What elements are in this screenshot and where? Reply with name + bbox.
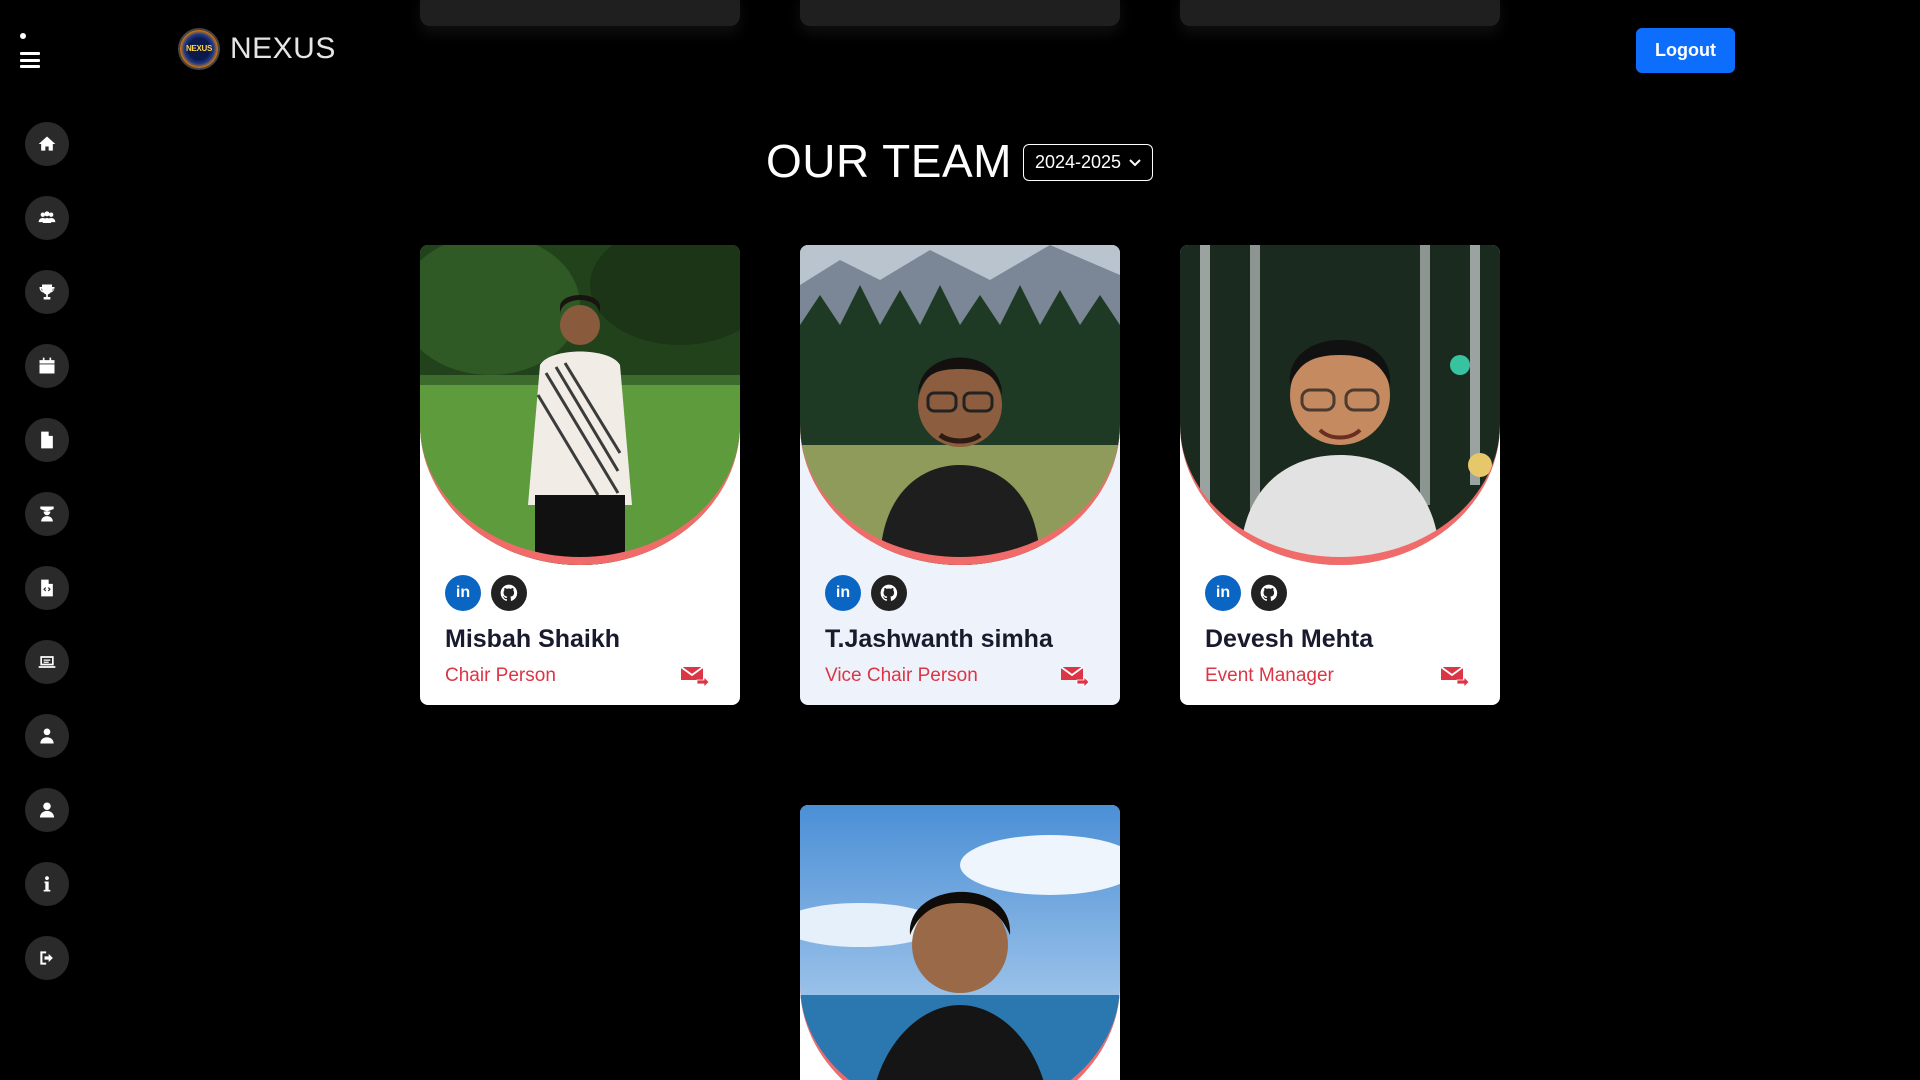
- sidebar-item-profile[interactable]: [25, 788, 69, 832]
- menu-toggle-icon[interactable]: [20, 52, 40, 68]
- member-role: Vice Chair Person: [825, 665, 978, 686]
- sign-out-icon: [40, 951, 53, 965]
- mail-send-icon[interactable]: [1440, 664, 1470, 688]
- sidebar-item-alumni[interactable]: [25, 492, 69, 536]
- social-links: in: [825, 575, 907, 611]
- document-icon: [41, 431, 53, 449]
- chevron-down-icon: [1129, 158, 1141, 166]
- team-card: in T.Jashwanth simha Vice Chair Person: [800, 245, 1120, 705]
- linkedin-icon[interactable]: in: [825, 575, 861, 611]
- sidebar-item-team[interactable]: [25, 196, 69, 240]
- page-title: OUR TEAM: [766, 135, 1012, 187]
- sidebar-item-home[interactable]: [25, 122, 69, 166]
- photo-frame: [800, 805, 1120, 1080]
- linkedin-icon[interactable]: in: [445, 575, 481, 611]
- card-edge: [800, 0, 1120, 26]
- mail-send-icon[interactable]: [1060, 664, 1090, 688]
- mail-send-icon[interactable]: [680, 664, 710, 688]
- member-name: T.Jashwanth simha: [825, 625, 1053, 653]
- year-select[interactable]: 2024-2025: [1023, 144, 1153, 181]
- calendar-icon: [39, 357, 55, 374]
- laptop-icon: [38, 656, 56, 668]
- member-role: Chair Person: [445, 665, 556, 686]
- info-icon: [43, 876, 51, 892]
- brand-name: NEXUS: [230, 32, 336, 65]
- home-icon: [38, 136, 56, 151]
- trophy-icon: [39, 284, 55, 300]
- sidebar-item-projects[interactable]: [25, 640, 69, 684]
- sidebar-item-admin[interactable]: [25, 714, 69, 758]
- photo-frame: [1180, 245, 1500, 565]
- code-file-icon: [41, 579, 53, 597]
- sidebar-item-logout[interactable]: [25, 936, 69, 980]
- logout-button[interactable]: Logout: [1636, 28, 1735, 73]
- card-edge: [420, 0, 740, 26]
- graduate-icon: [40, 506, 54, 522]
- github-icon[interactable]: [491, 575, 527, 611]
- team-card: in Devesh Mehta Event Manager: [1180, 245, 1500, 705]
- team-card: in Misbah Shaikh Chair Person: [420, 245, 740, 705]
- status-dot: [20, 33, 26, 39]
- sidebar-item-code[interactable]: [25, 566, 69, 610]
- photo-frame: [800, 245, 1120, 565]
- sidebar-item-documents[interactable]: [25, 418, 69, 462]
- year-select-value: 2024-2025: [1034, 152, 1122, 172]
- users-icon: [38, 211, 56, 223]
- github-icon[interactable]: [871, 575, 907, 611]
- member-name: Devesh Mehta: [1205, 625, 1374, 653]
- sidebar-item-events[interactable]: [25, 344, 69, 388]
- member-role: Event Manager: [1205, 665, 1334, 686]
- user-icon: [39, 802, 55, 818]
- social-links: in: [445, 575, 527, 611]
- photo-frame: [420, 245, 740, 565]
- card-edge: [1180, 0, 1500, 26]
- sidebar-item-achievements[interactable]: [25, 270, 69, 314]
- admin-user-icon: [40, 728, 54, 744]
- sidebar: [0, 0, 100, 1080]
- linkedin-icon[interactable]: in: [1205, 575, 1241, 611]
- team-card: [800, 805, 1120, 1080]
- brand[interactable]: NEXUS NEXUS: [178, 28, 336, 70]
- github-icon[interactable]: [1251, 575, 1287, 611]
- sidebar-item-about[interactable]: [25, 862, 69, 906]
- nexus-logo: NEXUS: [178, 28, 220, 70]
- member-name: Misbah Shaikh: [445, 625, 621, 653]
- social-links: in: [1205, 575, 1287, 611]
